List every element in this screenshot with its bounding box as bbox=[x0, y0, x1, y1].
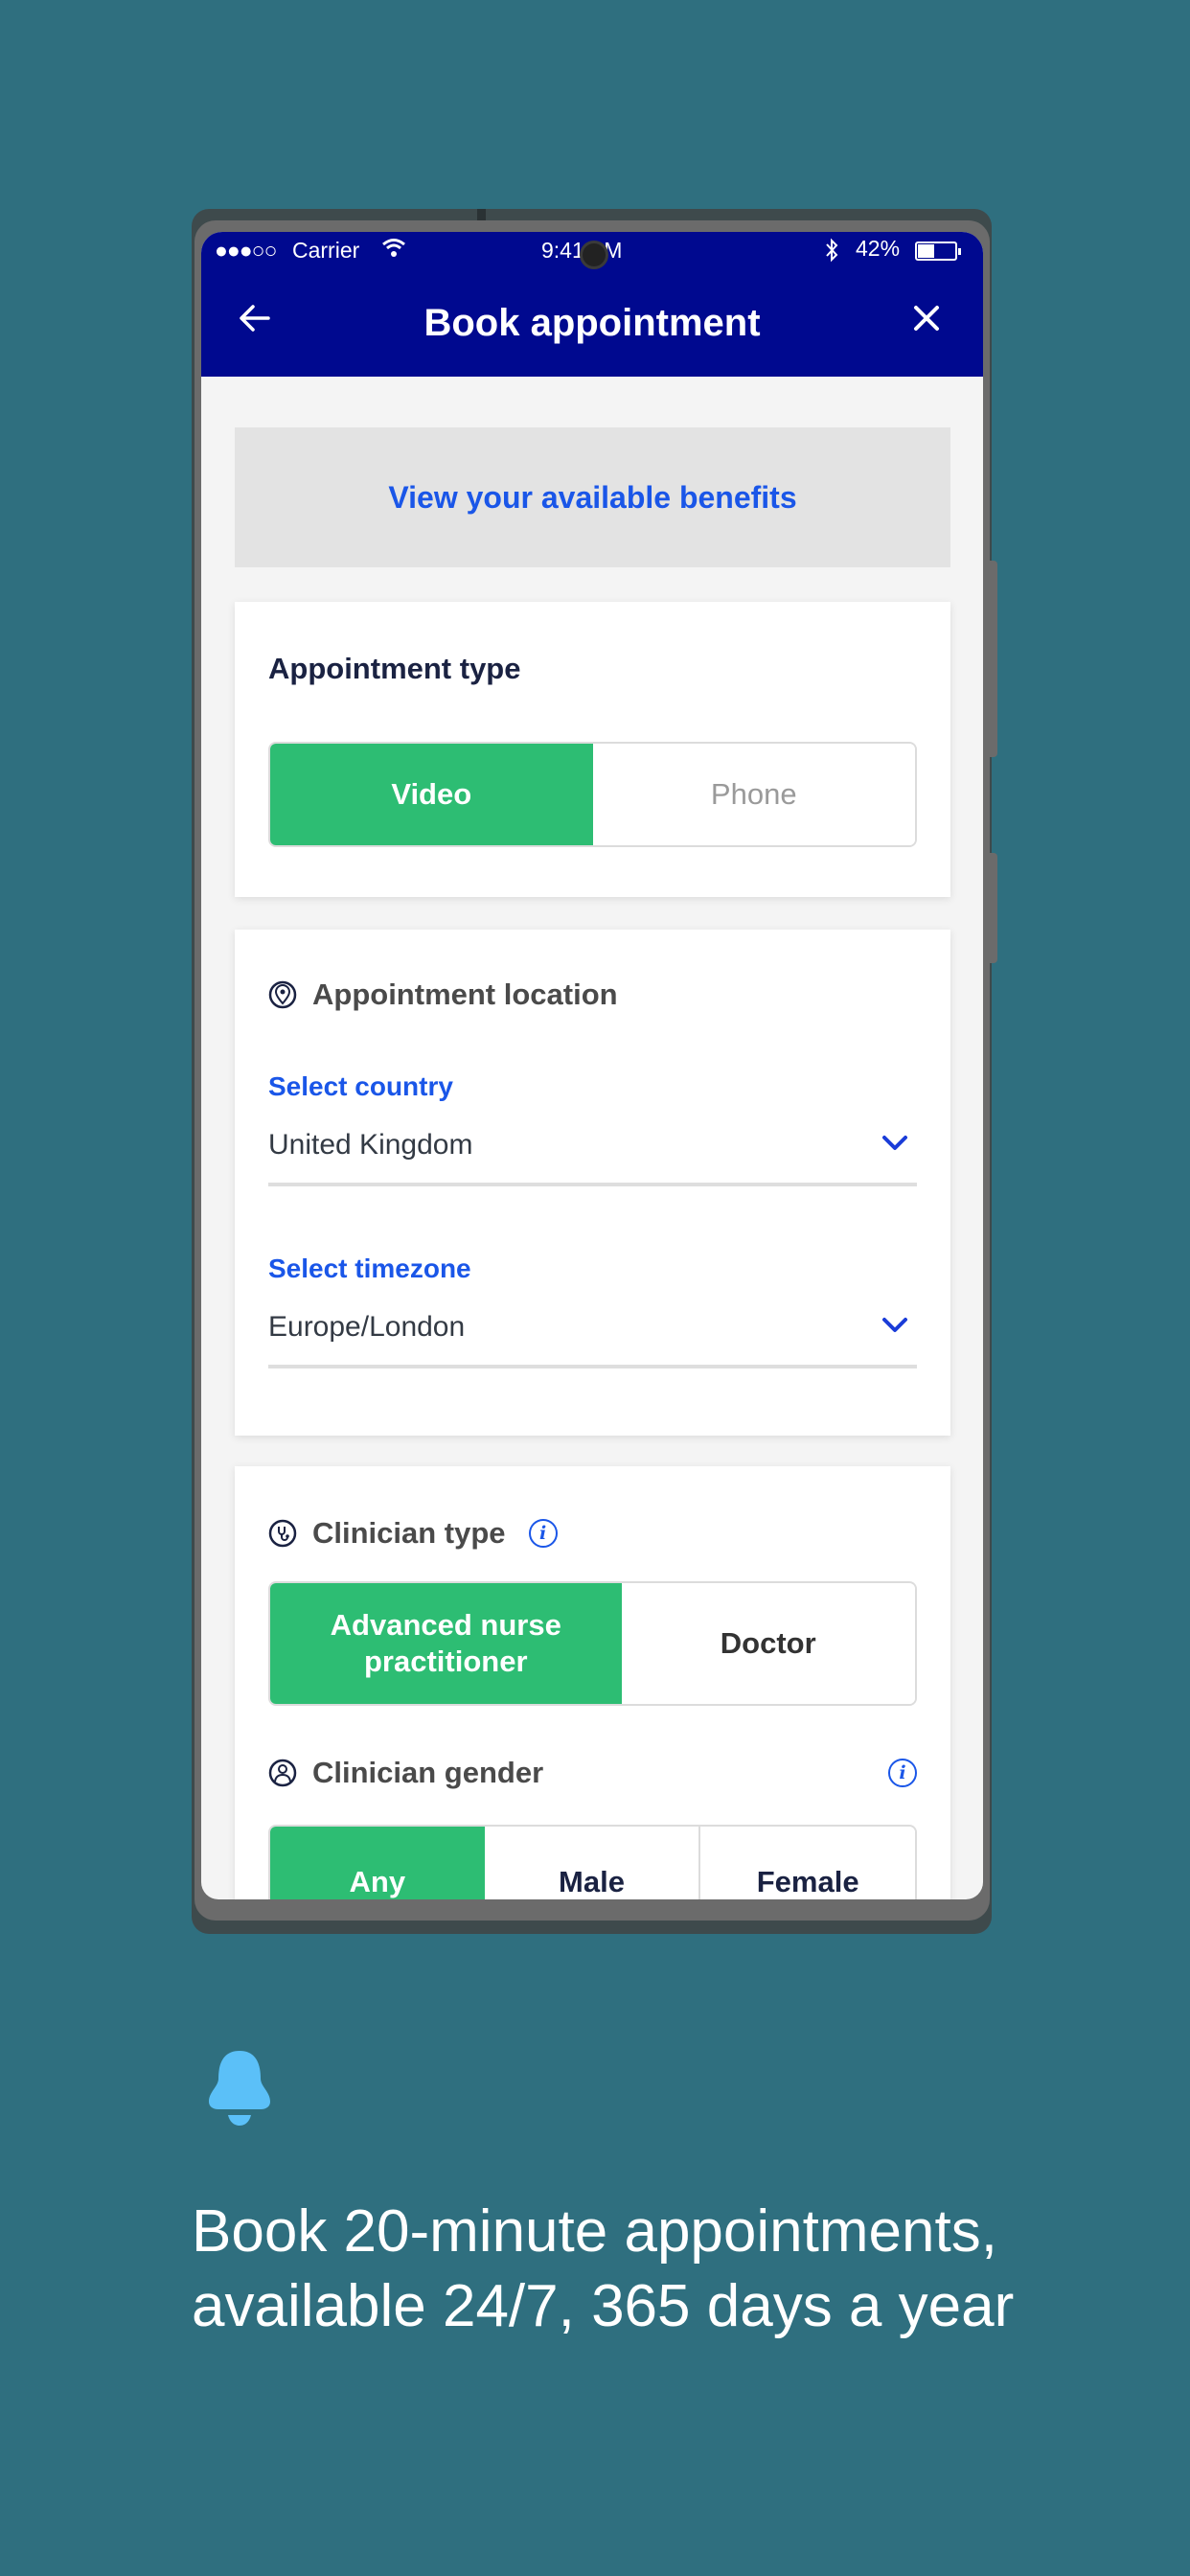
appointment-location-label: Appointment location bbox=[312, 978, 618, 1011]
phone-side-button bbox=[990, 853, 997, 963]
timezone-value: Europe/London bbox=[268, 1311, 466, 1343]
phone-screen: ●●●○○ Carrier 9:41 AM 42% Book appointme… bbox=[201, 232, 983, 1899]
nurse-practitioner-option[interactable]: Advanced nurse practitioner bbox=[270, 1583, 622, 1704]
country-value: United Kingdom bbox=[268, 1129, 473, 1161]
user-icon bbox=[268, 1759, 297, 1787]
gender-any-option[interactable]: Any bbox=[270, 1827, 485, 1899]
wifi-icon bbox=[381, 236, 406, 266]
view-benefits-button[interactable]: View your available benefits bbox=[235, 427, 950, 567]
chevron-down-icon bbox=[882, 1136, 907, 1150]
close-button[interactable] bbox=[912, 299, 941, 341]
battery-percent: 42% bbox=[856, 236, 901, 261]
clinician-gender-toggle: Any Male Female bbox=[268, 1825, 917, 1899]
appointment-type-toggle: Video Phone bbox=[268, 742, 917, 847]
appointment-type-title: Appointment type bbox=[268, 652, 521, 685]
chevron-down-icon bbox=[882, 1318, 907, 1332]
appointment-location-card: Appointment location Select country Unit… bbox=[235, 930, 950, 1436]
app-header: ●●●○○ Carrier 9:41 AM 42% Book appointme… bbox=[201, 232, 983, 377]
carrier-label: Carrier bbox=[292, 238, 360, 263]
clinician-gender-label: Clinician gender bbox=[312, 1756, 544, 1789]
battery-fill bbox=[918, 244, 934, 258]
close-icon bbox=[914, 306, 939, 331]
video-option[interactable]: Video bbox=[270, 744, 593, 845]
clinician-type-info-icon[interactable]: i bbox=[528, 1519, 558, 1548]
stethoscope-icon bbox=[268, 1519, 297, 1548]
country-select[interactable]: United Kingdom bbox=[268, 1121, 917, 1186]
timezone-select[interactable]: Europe/London bbox=[268, 1303, 917, 1368]
clinician-gender-info-icon[interactable]: i bbox=[888, 1759, 917, 1787]
clinician-type-toggle: Advanced nurse practitioner Doctor bbox=[268, 1581, 917, 1706]
bluetooth-icon bbox=[824, 238, 839, 268]
country-label: Select country bbox=[268, 1071, 453, 1101]
timezone-label: Select timezone bbox=[268, 1254, 471, 1283]
bell-icon bbox=[201, 2046, 278, 2130]
page-title: Book appointment bbox=[423, 302, 761, 344]
location-pin-icon bbox=[268, 980, 297, 1009]
appointment-location-title: Appointment location bbox=[268, 978, 618, 1012]
front-camera bbox=[580, 241, 608, 269]
doctor-option[interactable]: Doctor bbox=[621, 1583, 915, 1704]
appointment-type-card: Appointment type Video Phone bbox=[235, 602, 950, 897]
clinician-type-label: Clinician type bbox=[312, 1516, 506, 1550]
clinician-type-title: Clinician type i bbox=[268, 1516, 558, 1551]
phone-option[interactable]: Phone bbox=[592, 744, 915, 845]
phone-side-button bbox=[990, 561, 997, 757]
battery-icon bbox=[915, 242, 961, 261]
signal-icon: ●●●○○ bbox=[215, 238, 277, 263]
clinician-card: Clinician type i Advanced nurse practiti… bbox=[235, 1466, 950, 1899]
promo-tagline: Book 20-minute appointments, available 2… bbox=[192, 2198, 1015, 2339]
gender-female-option[interactable]: Female bbox=[698, 1827, 915, 1899]
clinician-gender-title: Clinician gender i bbox=[268, 1756, 917, 1790]
gender-male-option[interactable]: Male bbox=[484, 1827, 699, 1899]
